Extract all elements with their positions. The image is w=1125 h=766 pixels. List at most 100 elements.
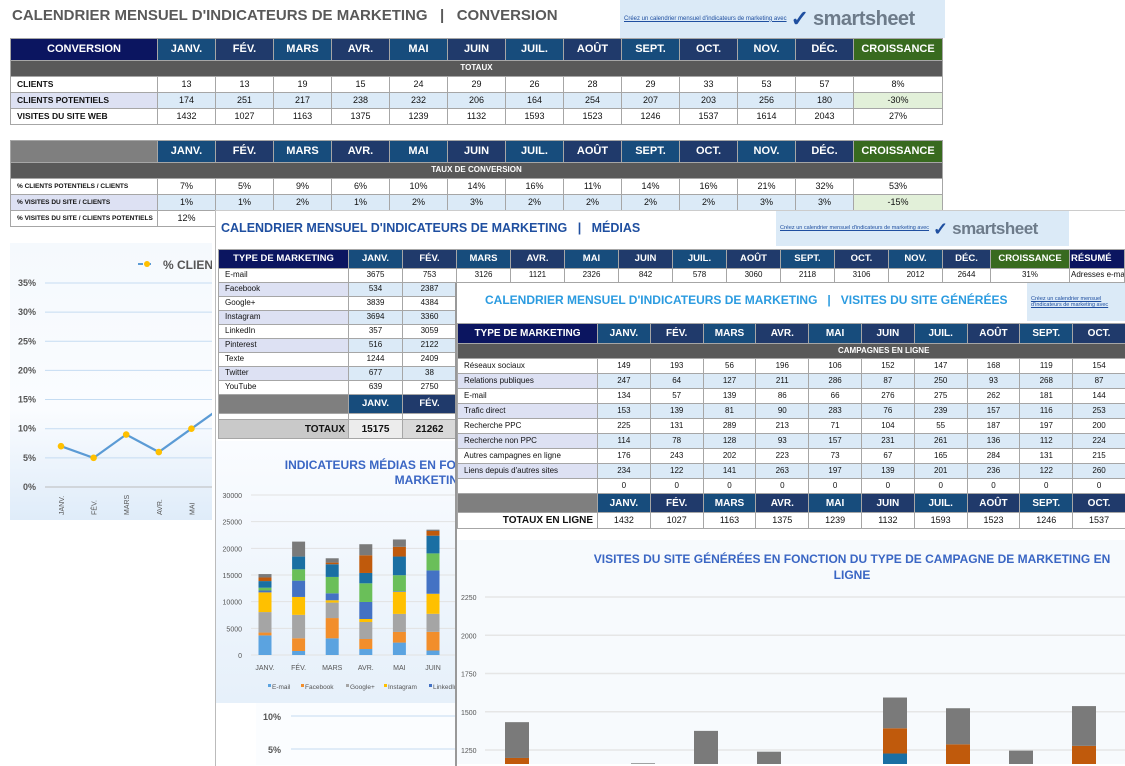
cell-value: 243 [649,448,704,464]
x-tick-label: FÉV. [90,500,99,515]
column-header-month: SEPT. [1019,493,1074,513]
bar-segment [258,574,272,578]
totals-row: TOTAUX EN LIGNE 1432 1027 1163 1375 1239 1132 1… [457,512,1125,529]
cell-value: 4384 [402,296,457,311]
bar-segment [426,535,440,554]
totals-value: 1246 [1019,512,1074,529]
y-tick-label: 2000 [461,633,477,640]
bar-segment [258,587,272,591]
column-header-month: NOV. [737,140,796,163]
x-tick-label: MAI [189,503,196,516]
cell-value: 196 [755,358,810,374]
y-tick-label: 15000 [223,573,243,580]
bar-segment [757,751,781,764]
cell-value: 0 [649,478,704,494]
x-tick-label: JUIN [425,665,441,672]
bar-segment [258,590,272,593]
row-label: Recherche non PPC [457,433,598,449]
legend-label: E-mail [272,684,291,691]
data-point [188,425,195,432]
column-header-growth: CROISSANCE [990,249,1070,269]
cell-value: 128 [702,433,757,449]
x-tick-label: JANV. [59,496,66,515]
y-tick-label: 0 [238,653,242,660]
cell-value: 14% [621,178,680,195]
cell-value: 232 [389,92,448,109]
smartsheet-link[interactable]: Créez un calendrier mensuel d'indicateur… [624,16,787,23]
row-label: LinkedIn [218,324,349,339]
column-header-month: FÉV. [215,38,274,61]
y-tick-label: 10% [263,712,281,722]
column-header-growth: CROISSANCE [853,38,943,61]
cell-value: 66 [808,388,862,404]
y-tick-label: 10% [18,424,36,434]
column-header-month: FÉV. [649,493,704,513]
x-tick-label: MARS [124,494,131,515]
summary-value: Adresses e-mail [1069,268,1125,283]
table-row: % CLIENTS POTENTIELS / CLIENTS 7% 5% 9% 6% 10… [10,178,943,195]
cell-value: 206 [447,92,506,109]
cell-value: 5% [215,178,274,195]
cell-value: 127 [702,373,757,389]
column-header-month: SEPT. [621,140,680,163]
x-tick-label: MARS [322,665,343,672]
bar-segment [359,601,373,619]
smartsheet-banner: Créez un calendrier mensuel d'indicateur… [620,0,945,38]
column-header-month: MARS [273,38,332,61]
bar-segment [258,635,272,655]
cell-value: 0 [755,478,810,494]
row-label: % VISITES DU SITE / CLIENTS POTENTIELS [10,210,158,227]
growth-value: -30% [853,92,943,109]
x-tick-label: AVR. [157,499,164,515]
cell-value: 578 [672,268,727,283]
bar-segment [359,638,373,650]
cell-value: 180 [795,92,854,109]
column-header-month: SEPT. [621,38,680,61]
cell-value: 0 [808,478,862,494]
y-tick-label: 20% [18,365,36,375]
cell-value: 1375 [331,108,390,125]
row-label: VISITES DU SITE WEB [10,108,158,125]
column-header-month: OCT. [834,249,889,269]
section-row: CAMPAGNES EN LIGNE [457,343,1125,359]
column-header-month: OCT. [679,140,738,163]
column-header-month: OCT. [1072,493,1125,513]
growth-value: -15% [853,194,943,211]
cell-value: 238 [331,92,390,109]
medias-stacked-bar-chart: INDICATEURS MÉDIAS EN FONCTION DU TYPE D… [216,441,456,703]
bar-segment [325,618,339,639]
table-row: Liens depuis d'autres sites 234 122 141 263 1… [457,463,1125,479]
cell-value: 753 [402,268,457,283]
y-tick-label: 1500 [461,710,477,717]
cell-value: 2% [505,194,564,211]
cell-value: 213 [755,418,810,434]
column-header-month: JUIN [618,249,673,269]
cell-value: 112 [1019,433,1074,449]
smartsheet-link[interactable]: Créez un calendrier mensuel d'indicateur… [1031,296,1125,308]
cell-value: 2043 [795,108,854,125]
chart-title: MARKETING [395,473,456,487]
cell-value: 187 [966,418,1021,434]
bar-segment [292,638,306,651]
column-header-month: JUIL. [505,38,564,61]
cell-value: 3059 [402,324,457,339]
bar-segment [325,576,339,594]
row-label: YouTube [218,380,349,395]
cell-value: 253 [1072,403,1125,419]
cell-value: 516 [348,338,403,353]
table-row: Recherche non PPC 114 78 128 93 157 231 261 136 1… [457,433,1125,449]
smartsheet-link[interactable]: Créez un calendrier mensuel d'indicateur… [780,225,929,231]
cell-value: 254 [563,92,622,109]
cell-value: 260 [1072,463,1125,479]
y-tick-label: 30% [18,307,36,317]
bar-segment [392,613,406,632]
cell-value: 1246 [621,108,680,125]
bar-segment [325,562,339,565]
column-header-month: JANV. [348,249,403,269]
cell-value: 2644 [942,268,991,283]
legend-label: Facebook [305,684,334,691]
page-title: CALENDRIER MENSUEL D'INDICATEURS DE MARK… [485,293,1008,307]
bar-segment [325,558,339,563]
bar-segment [426,553,440,571]
totals-value: 1593 [913,512,968,529]
